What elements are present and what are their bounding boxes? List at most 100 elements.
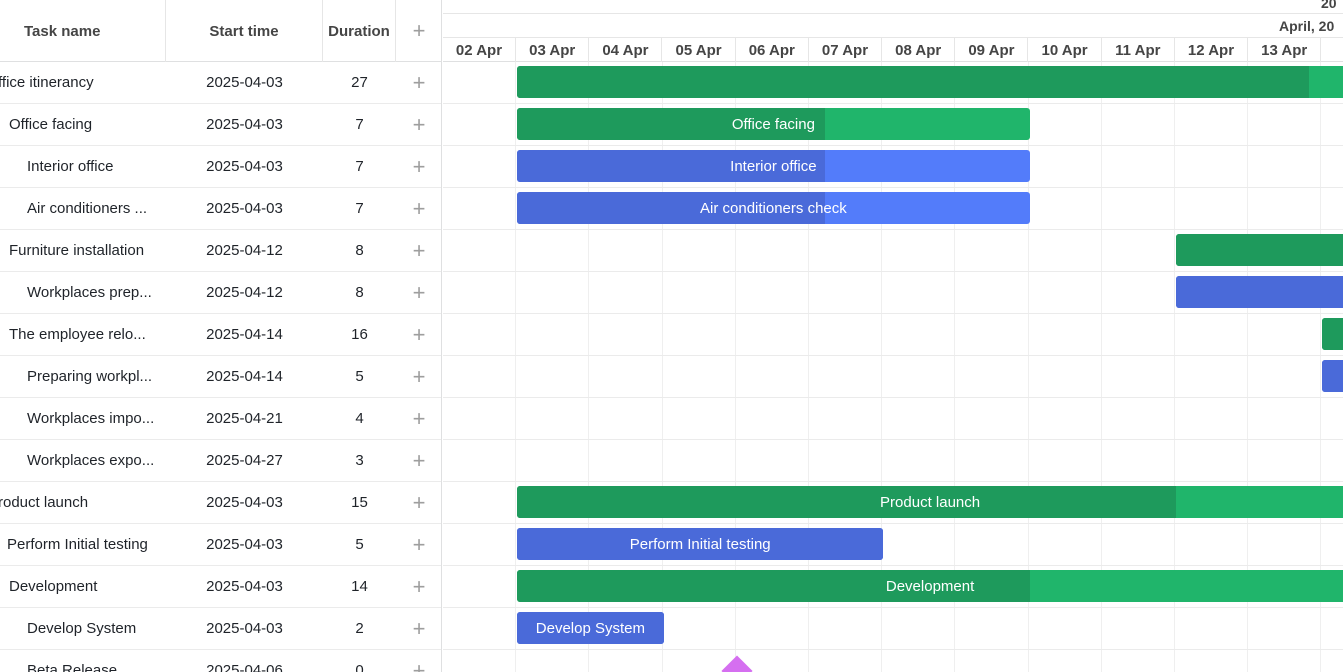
grid-row[interactable]: Air conditioners ... 2025-04-03 7 + — [0, 188, 441, 230]
start-time-cell: 2025-04-03 — [206, 158, 283, 175]
add-subtask-plus-icon[interactable]: + — [396, 440, 441, 481]
start-time-cell: 2025-04-14 — [206, 326, 283, 343]
scale-day-label: 09 Apr — [955, 38, 1029, 62]
task-name-cell: Beta Release — [27, 662, 118, 672]
grid-row[interactable]: Interior office 2025-04-03 7 + — [0, 146, 441, 188]
scale-day-label: 04 Apr — [589, 38, 663, 62]
task-bar[interactable]: Air conditioners check — [517, 192, 1030, 224]
progress-fill — [1322, 360, 1343, 392]
row-gridline — [443, 187, 1343, 188]
task-bar[interactable]: Develop System — [517, 612, 664, 644]
task-bar[interactable]: Interior office — [517, 150, 1030, 182]
task-bar[interactable] — [1176, 276, 1343, 308]
duration-cell: 5 — [355, 368, 364, 385]
milestone-marker[interactable] — [721, 655, 753, 672]
project-bar[interactable] — [517, 66, 1343, 98]
task-name-cell: Develop System — [27, 620, 137, 637]
add-subtask-plus-icon[interactable]: + — [396, 188, 441, 229]
duration-cell: 0 — [355, 662, 364, 672]
grid-row[interactable]: roduct launch 2025-04-03 15 + — [0, 482, 441, 524]
task-name-cell: roduct launch — [0, 494, 89, 511]
grid-row[interactable]: Perform Initial testing 2025-04-03 5 + — [0, 524, 441, 566]
add-subtask-plus-icon[interactable]: + — [396, 230, 441, 271]
scale-day-label: 10 Apr — [1029, 38, 1102, 62]
duration-cell: 4 — [355, 410, 364, 427]
add-subtask-plus-icon[interactable]: + — [396, 356, 441, 397]
duration-cell: 7 — [355, 158, 364, 175]
start-time-cell: 2025-04-03 — [206, 494, 283, 511]
project-bar[interactable] — [1322, 318, 1343, 350]
task-name-cell: Air conditioners ... — [27, 200, 148, 217]
add-subtask-plus-icon[interactable]: + — [396, 62, 441, 103]
add-subtask-plus-icon[interactable]: + — [396, 650, 441, 672]
row-gridline — [443, 271, 1343, 272]
grid-row[interactable]: Develop System 2025-04-03 2 + — [0, 608, 441, 650]
project-bar[interactable]: Office facing — [517, 108, 1030, 140]
column-header-start-time[interactable]: Start time — [166, 0, 323, 62]
grid-row[interactable]: The employee relo... 2025-04-14 16 + — [0, 314, 441, 356]
scale-day-label: 14 — [1321, 38, 1343, 62]
add-subtask-plus-icon[interactable]: + — [396, 272, 441, 313]
duration-cell: 8 — [355, 284, 364, 301]
grid-row[interactable]: Office facing 2025-04-03 7 + — [0, 104, 441, 146]
add-subtask-plus-icon[interactable]: + — [396, 566, 441, 607]
scale-day-label: 13 Apr — [1248, 38, 1322, 62]
bar-label: Perform Initial testing — [629, 535, 771, 553]
bar-label: Office facing — [731, 115, 815, 133]
row-gridline — [443, 355, 1343, 356]
start-time-cell: 2025-04-03 — [206, 74, 283, 91]
progress-fill — [1176, 276, 1343, 308]
add-subtask-plus-icon[interactable]: + — [396, 398, 441, 439]
task-name-cell: The employee relo... — [9, 326, 146, 343]
start-time-cell: 2025-04-14 — [206, 368, 283, 385]
grid-row[interactable]: Workplaces prep... 2025-04-12 8 + — [0, 272, 441, 314]
duration-cell: 2 — [355, 620, 364, 637]
scale-month-label: April, 20 — [1279, 18, 1335, 34]
grid-row[interactable]: Preparing workpl... 2025-04-14 5 + — [0, 356, 441, 398]
duration-cell: 15 — [351, 494, 368, 511]
start-time-cell: 2025-04-03 — [206, 578, 283, 595]
grid-row[interactable]: Furniture installation 2025-04-12 8 + — [0, 230, 441, 272]
row-gridline — [443, 523, 1343, 524]
column-header-duration[interactable]: Duration — [323, 0, 396, 62]
project-bar[interactable]: Development — [517, 570, 1343, 602]
grid-row[interactable]: Workplaces expo... 2025-04-27 3 + — [0, 440, 441, 482]
start-time-cell: 2025-04-21 — [206, 410, 283, 427]
add-subtask-plus-icon[interactable]: + — [396, 608, 441, 649]
add-task-header-icon[interactable]: + — [396, 0, 441, 62]
row-gridline — [443, 313, 1343, 314]
bar-label: Development — [885, 577, 975, 595]
task-name-cell: ffice itinerancy — [0, 74, 94, 91]
add-subtask-plus-icon[interactable]: + — [396, 104, 441, 145]
grid-row[interactable]: Beta Release 2025-04-06 0 + — [0, 650, 441, 672]
scale-day-label: 02 Apr — [443, 38, 516, 62]
add-subtask-plus-icon[interactable]: + — [396, 146, 441, 187]
add-subtask-plus-icon[interactable]: + — [396, 524, 441, 565]
grid-header: Task name Start time Duration + — [0, 0, 441, 62]
progress-fill — [1176, 234, 1343, 266]
project-bar[interactable] — [1176, 234, 1343, 266]
duration-cell: 7 — [355, 200, 364, 217]
scale-day-label: 07 Apr — [809, 38, 882, 62]
grid-row[interactable]: ffice itinerancy 2025-04-03 27 + — [0, 62, 441, 104]
task-bar[interactable]: Perform Initial testing — [517, 528, 884, 560]
project-bar[interactable]: Product launch — [517, 486, 1343, 518]
grid-row[interactable]: Workplaces impo... 2025-04-21 4 + — [0, 398, 441, 440]
timeline-scale: 20 April, 20 02 Apr 03 Apr 04 Apr 05 Apr 06 … — [443, 0, 1343, 62]
duration-cell: 7 — [355, 116, 364, 133]
row-gridline — [443, 565, 1343, 566]
row-gridline — [443, 481, 1343, 482]
column-header-task-name[interactable]: Task name — [0, 0, 166, 62]
add-subtask-plus-icon[interactable]: + — [396, 314, 441, 355]
add-subtask-plus-icon[interactable]: + — [396, 482, 441, 523]
start-time-cell: 2025-04-03 — [206, 620, 283, 637]
duration-cell: 14 — [351, 578, 368, 595]
task-bar[interactable] — [1322, 360, 1343, 392]
progress-fill — [517, 486, 1176, 518]
progress-fill — [1322, 318, 1343, 350]
bar-label: Product launch — [880, 493, 981, 511]
start-time-cell: 2025-04-27 — [206, 452, 283, 469]
grid-row[interactable]: Development 2025-04-03 14 + — [0, 566, 441, 608]
duration-cell: 8 — [355, 242, 364, 259]
duration-cell: 5 — [355, 536, 364, 553]
